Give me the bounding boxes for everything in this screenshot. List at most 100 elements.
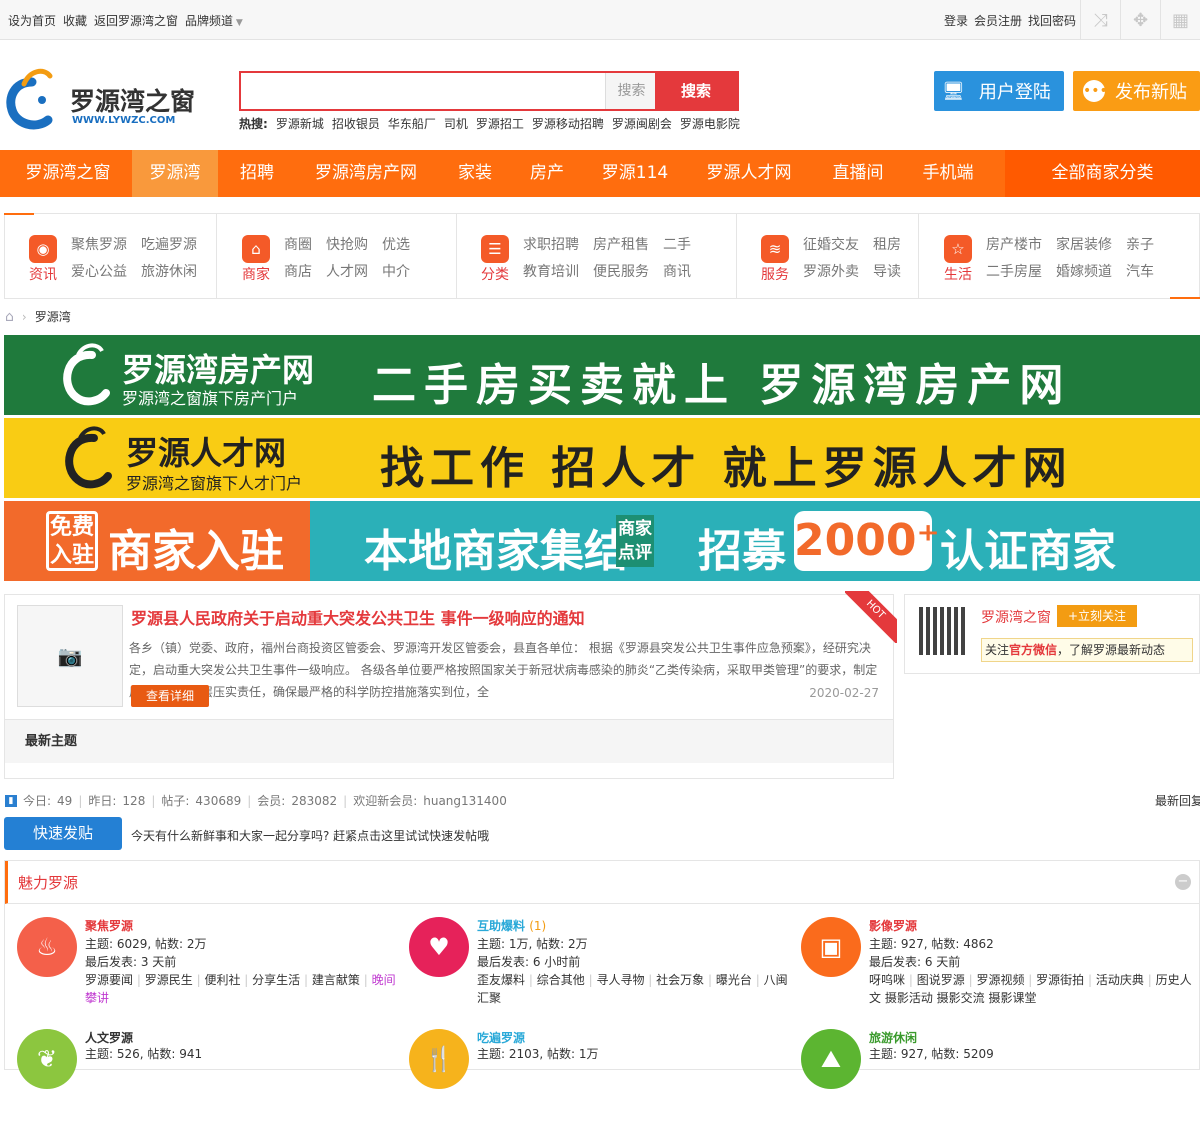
- board-name[interactable]: 吃遍罗源: [477, 1029, 525, 1046]
- category-link[interactable]: 征婚交友: [803, 234, 859, 254]
- follow-button[interactable]: +立刻关注: [1057, 605, 1137, 627]
- category-link[interactable]: 商圈: [284, 234, 312, 254]
- category-link[interactable]: 罗源外卖: [803, 261, 859, 281]
- board-name[interactable]: 旅游休闲: [869, 1029, 917, 1046]
- category-link[interactable]: 中介: [382, 261, 410, 281]
- forgot-password-link[interactable]: 找回密码: [1028, 12, 1076, 29]
- wechat-name: 罗源湾之窗: [981, 610, 1051, 626]
- grid-menu-icon[interactable]: ▦: [1160, 0, 1200, 40]
- bowl-icon[interactable]: ♨: [17, 917, 77, 977]
- board-name[interactable]: 人文罗源: [85, 1029, 133, 1046]
- category-link[interactable]: 求职招聘: [523, 234, 579, 254]
- nav-item-live[interactable]: 直播间: [818, 150, 898, 197]
- category-link[interactable]: 房产楼市: [986, 234, 1042, 254]
- hot-word[interactable]: 罗源电影院: [680, 115, 740, 132]
- search-type-select[interactable]: 搜索: [605, 73, 657, 109]
- shuffle-icon[interactable]: ⤨: [1080, 0, 1120, 40]
- category-link[interactable]: 租房: [873, 234, 901, 254]
- category-link[interactable]: 婚嫁频道: [1056, 261, 1112, 281]
- hot-word[interactable]: 罗源新城: [276, 115, 324, 132]
- category-link[interactable]: 商店: [284, 261, 312, 281]
- new-member-link[interactable]: huang131400: [423, 794, 507, 808]
- board-name[interactable]: 聚焦罗源: [85, 917, 133, 934]
- headline-title[interactable]: 罗源县人民政府关于启动重大突发公共卫生 事件一级响应的通知: [131, 605, 585, 629]
- nav-item-talent[interactable]: 罗源人才网: [692, 150, 806, 197]
- category-link[interactable]: 家居装修: [1056, 234, 1112, 254]
- headline-date: 2020-02-27: [809, 686, 879, 700]
- nav-item-realestate-net[interactable]: 罗源湾房产网: [300, 150, 432, 197]
- hot-ribbon: HOT: [845, 591, 897, 643]
- category-link[interactable]: 旅游休闲: [141, 261, 197, 281]
- category-link[interactable]: 二手房屋: [986, 261, 1042, 281]
- nav-item-decoration[interactable]: 家装: [444, 150, 506, 197]
- category-link[interactable]: 亲子: [1126, 234, 1154, 254]
- bookmark-link[interactable]: 收藏: [63, 12, 87, 29]
- hot-word[interactable]: 罗源移动招聘: [532, 115, 604, 132]
- hot-word[interactable]: 罗源招工: [476, 115, 524, 132]
- user-login-button[interactable]: 🖥 用户登陆: [934, 71, 1064, 111]
- banner-merchant-join[interactable]: 免费入驻 商家入驻 本地商家集结 商家点评 招募 2000⁺ 认证商家: [4, 501, 1200, 581]
- brand-channel-link[interactable]: 品牌频道 ▼: [185, 12, 243, 29]
- move-icon[interactable]: ✥: [1120, 0, 1160, 40]
- all-merchant-categories[interactable]: 全部商家分类: [1005, 150, 1200, 197]
- nav-item-luoyuanwan[interactable]: 罗源湾: [132, 150, 218, 197]
- forum-stats: ▮ 今日: 49 | 昨日: 128 | 帖子: 430689 | 会员: 283082…: [5, 792, 507, 809]
- board-name[interactable]: 互助爆料 (1): [477, 917, 546, 934]
- latest-reply-link[interactable]: 最新回复: [1155, 792, 1200, 809]
- category-link[interactable]: 教育培训: [523, 261, 579, 281]
- hot-word[interactable]: 招收银员: [332, 115, 380, 132]
- wechat-tip: 关注官方微信，了解罗源最新动态: [981, 638, 1193, 662]
- breadcrumb-current: 罗源湾: [34, 310, 71, 324]
- category-link[interactable]: 聚焦罗源: [71, 234, 127, 254]
- quick-post-button[interactable]: 快速发贴: [4, 817, 122, 850]
- view-detail-button[interactable]: 查看详细: [131, 685, 209, 707]
- section-header: 魅力罗源 −: [5, 861, 1199, 904]
- category-link[interactable]: 汽车: [1126, 261, 1154, 281]
- category-link[interactable]: 导读: [873, 261, 901, 281]
- banner-realestate[interactable]: 罗源湾房产网 罗源湾之窗旗下房产门户 二手房买卖就上 罗源湾房产网: [4, 335, 1200, 415]
- category-merchants: ⌂ 商家 商圈 快抢购 优选 商店 人才网 中介: [217, 214, 457, 298]
- category-strip: ◉ 资讯 聚焦罗源 吃遍罗源 爱心公益 旅游休闲 ⌂ 商家 商圈 快抢购 优选 …: [4, 213, 1200, 299]
- leaf-icon[interactable]: ❦: [17, 1029, 77, 1089]
- category-link[interactable]: 便民服务: [593, 261, 649, 281]
- board-card: ♥ 互助爆料 (1) 主题: 1万, 帖数: 2万 最后发表: 6 小时前 歪友…: [401, 911, 793, 1023]
- hot-word[interactable]: 司机: [444, 115, 468, 132]
- mountain-icon[interactable]: ⛰: [801, 1029, 861, 1089]
- search-input[interactable]: [241, 73, 603, 109]
- register-link[interactable]: 会员注册: [974, 12, 1022, 29]
- hot-word[interactable]: 罗源闽剧会: [612, 115, 672, 132]
- nav-item-lywzc[interactable]: 罗源湾之窗: [10, 150, 126, 197]
- category-link[interactable]: 商讯: [663, 261, 691, 281]
- banner-talent[interactable]: 罗源人才网 罗源湾之窗旗下人才门户 找工作 招人才 就上罗源人才网: [4, 418, 1200, 498]
- category-link[interactable]: 快抢购: [326, 234, 368, 254]
- board-name[interactable]: 影像罗源: [869, 917, 917, 934]
- category-link[interactable]: 爱心公益: [71, 261, 127, 281]
- hot-word[interactable]: 华东船厂: [388, 115, 436, 132]
- login-link[interactable]: 登录: [944, 12, 968, 29]
- nav-item-property[interactable]: 房产: [516, 150, 578, 197]
- quick-post-tip[interactable]: 今天有什么新鲜事和大家一起分享吗? 赶紧点击这里试试快速发帖哦: [131, 827, 489, 844]
- category-link[interactable]: 房产租售: [593, 234, 649, 254]
- chevron-down-icon: ▼: [233, 18, 243, 28]
- hot-search-words: 热搜: 罗源新城 招收银员 华东船厂 司机 罗源招工 罗源移动招聘 罗源闽剧会 …: [239, 115, 740, 132]
- new-post-button[interactable]: ••• 发布新贴: [1073, 71, 1200, 111]
- category-link[interactable]: 人才网: [326, 261, 368, 281]
- category-link[interactable]: 吃遍罗源: [141, 234, 197, 254]
- site-logo[interactable]: 罗源湾之窗 WWW.LYWZC.COM: [4, 60, 224, 132]
- film-icon[interactable]: ▣: [801, 917, 861, 977]
- headline-news: 📷 罗源县人民政府关于启动重大突发公共卫生 事件一级响应的通知 各乡（镇）党委、…: [4, 591, 897, 779]
- nav-item-114[interactable]: 罗源114: [590, 150, 680, 197]
- fork-icon[interactable]: 🍴: [409, 1029, 469, 1089]
- heart-pin-icon[interactable]: ♥: [409, 917, 469, 977]
- category-link[interactable]: 二手: [663, 234, 691, 254]
- forum-section: 魅力罗源 − ♨ 聚焦罗源 主题: 6029, 帖数: 2万 最后发表: 3 天…: [4, 860, 1200, 1089]
- set-homepage-link[interactable]: 设为首页: [8, 12, 56, 29]
- nav-item-mobile[interactable]: 手机端: [908, 150, 988, 197]
- main-nav: 罗源湾之窗 罗源湾 招聘 罗源湾房产网 家装 房产 罗源114 罗源人才网 直播…: [0, 150, 1200, 197]
- home-icon[interactable]: ⌂: [5, 309, 14, 325]
- back-home-link[interactable]: 返回罗源湾之窗: [94, 12, 178, 29]
- search-button[interactable]: 搜索: [655, 73, 737, 109]
- collapse-icon[interactable]: −: [1175, 874, 1191, 890]
- nav-item-jobs[interactable]: 招聘: [226, 150, 288, 197]
- category-link[interactable]: 优选: [382, 234, 410, 254]
